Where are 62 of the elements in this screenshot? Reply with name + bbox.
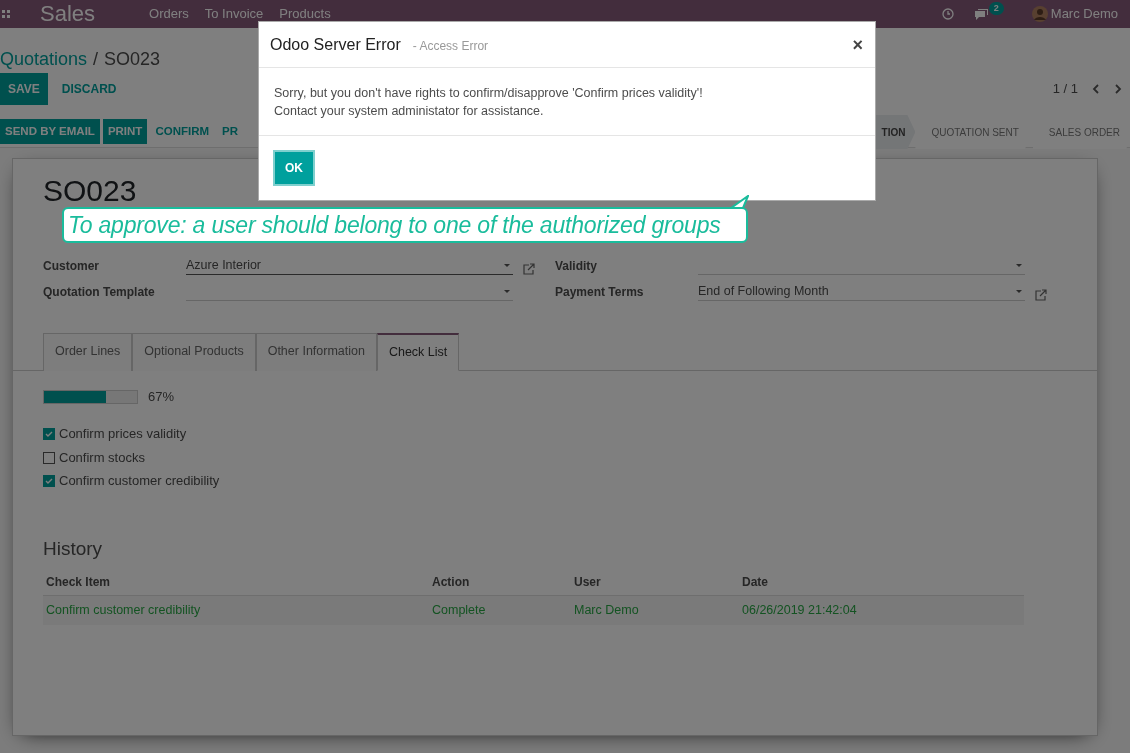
action-button[interactable]: PR	[217, 118, 244, 144]
tab[interactable]: Check List	[376, 333, 460, 371]
pager-value: 1 / 1	[1052, 80, 1078, 99]
table-cell: Complete	[429, 595, 571, 625]
close-button[interactable]: ×	[852, 35, 863, 54]
column-header: Check Item	[43, 569, 429, 596]
column-header: Date	[739, 569, 1024, 596]
tab[interactable]: Order Lines	[43, 333, 133, 371]
chat-icon[interactable]	[973, 7, 989, 21]
checkbox[interactable]	[43, 428, 55, 440]
action-button[interactable]: CONFIRM	[150, 118, 215, 144]
breadcrumb-link[interactable]: Quotations	[0, 49, 88, 69]
external-link-icon[interactable]	[1035, 289, 1047, 301]
action-button[interactable]: DISCARD	[53, 73, 125, 105]
caret-icon	[504, 289, 510, 293]
menu-item[interactable]: Orders	[149, 4, 189, 24]
progress-reading: 67%	[148, 387, 175, 406]
field-label: Quotation Template	[43, 284, 156, 301]
dropdown-field[interactable]: Azure Interior	[186, 256, 513, 275]
previous-icon[interactable]	[1092, 84, 1100, 94]
action-button[interactable]: SAVE	[0, 73, 48, 105]
dialog-message: Sorry, but you don't have rights to confirm/disapprove 'Confirm prices validity'!	[274, 85, 703, 102]
table-cell: Marc Demo	[571, 595, 739, 625]
external-link-icon[interactable]	[523, 263, 535, 275]
menu-item[interactable]: Products	[279, 4, 331, 24]
section-title: History	[43, 536, 103, 561]
caret-icon	[1016, 263, 1022, 267]
tab[interactable]: Optional Products	[132, 333, 256, 371]
tab[interactable]: Other Information	[255, 333, 377, 371]
menu-item[interactable]: To Invoice	[204, 4, 264, 24]
table-cell: 06/26/2019 21:42:04	[739, 595, 1024, 625]
user-name[interactable]: Marc Demo	[1050, 4, 1118, 24]
dropdown-field[interactable]: End of Following Month	[698, 282, 1025, 301]
checkbox-label: Confirm stocks	[59, 448, 145, 467]
checkbox-label: Confirm customer credibility	[59, 472, 220, 491]
ok-button[interactable]: OK	[273, 150, 315, 186]
callout-text: To approve: a user should belong to one of the authorized groups	[68, 210, 721, 240]
field-label: Validity	[555, 258, 599, 275]
breadcrumb-current: SO023	[104, 49, 161, 69]
user-avatar[interactable]	[1031, 6, 1048, 22]
dialog-message: Contact your system administator for assistance.	[274, 103, 544, 120]
apps-menu-icon[interactable]	[2, 10, 10, 18]
checkbox[interactable]	[43, 451, 55, 464]
action-button[interactable]: SEND BY EMAIL	[0, 118, 100, 144]
breadcrumb-separator: /	[93, 49, 99, 69]
dialog-title: Odoo Server Error	[270, 34, 401, 55]
record-name: SO023	[43, 175, 137, 207]
caret-icon	[1016, 289, 1022, 293]
table-cell: Confirm customer credibility	[43, 595, 429, 625]
checkbox-label: Confirm prices validity	[59, 425, 187, 444]
clock-icon[interactable]	[941, 8, 954, 20]
caret-icon	[504, 263, 510, 267]
field-label: Customer	[43, 258, 100, 275]
field-label: Payment Terms	[555, 284, 645, 301]
dialog-subtitle: - Access Error	[412, 38, 489, 55]
column-header: User	[571, 569, 739, 596]
checkbox[interactable]	[43, 475, 55, 487]
message-count-badge: 2	[988, 1, 1004, 15]
column-header: Action	[429, 569, 571, 596]
action-button[interactable]: PRINT	[102, 118, 148, 144]
next-icon[interactable]	[1114, 84, 1122, 94]
app-title: Sales	[40, 0, 96, 28]
